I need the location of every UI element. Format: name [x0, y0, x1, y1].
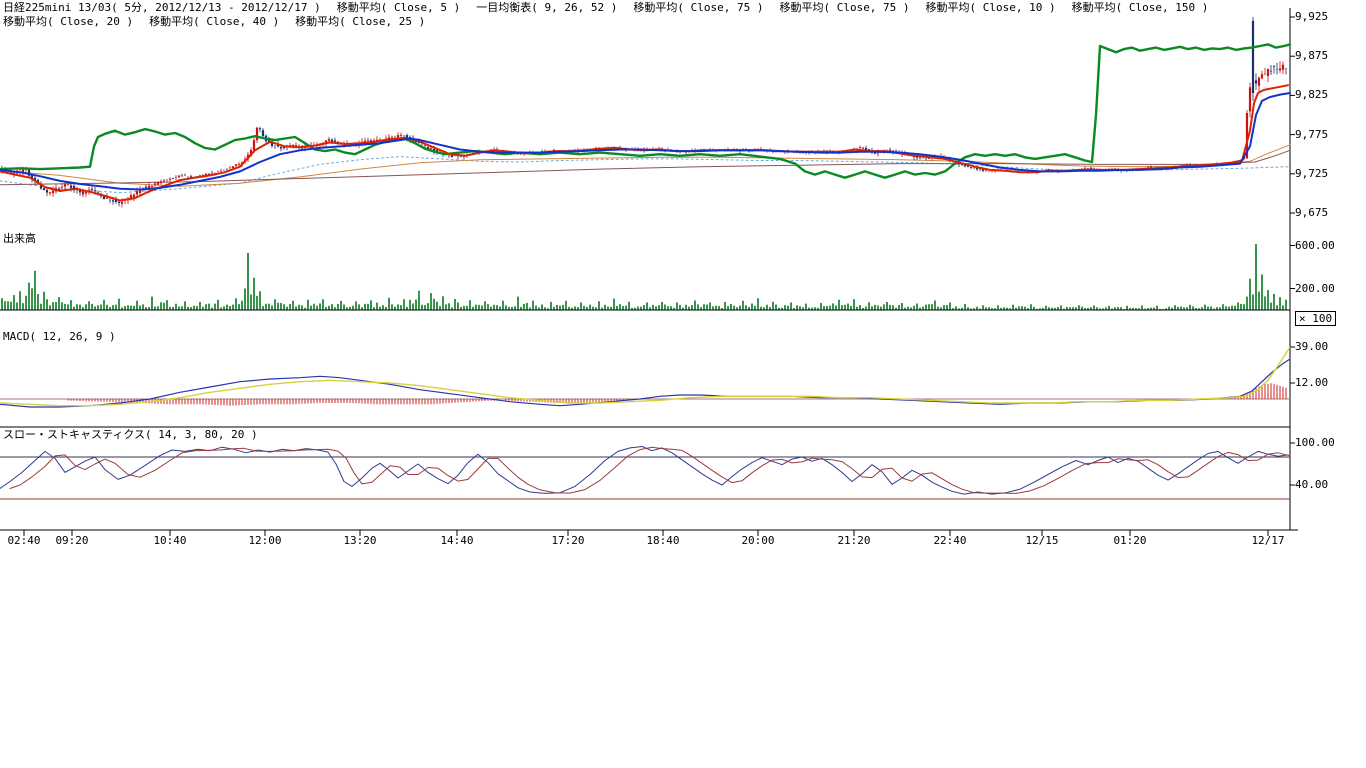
legend-ma5: 移動平均( Close, 5 )	[337, 1, 460, 14]
y-axis-label: 600.00	[1295, 239, 1335, 252]
time-axis-label: 01:20	[1106, 534, 1154, 547]
time-axis-label: 22:40	[926, 534, 974, 547]
time-axis-label: 10:40	[146, 534, 194, 547]
stochastics-panel-title: スロー・ストキャスティクス( 14, 3, 80, 20 )	[3, 428, 258, 441]
legend-ma25: 移動平均( Close, 25 )	[295, 15, 425, 28]
y-axis-label: 200.00	[1295, 282, 1335, 295]
time-axis-label: 09:20	[48, 534, 96, 547]
y-axis-label: 39.00	[1295, 340, 1328, 353]
legend-ma75a: 移動平均( Close, 75 )	[633, 1, 763, 14]
macd-multiplier-badge: × 100	[1295, 311, 1336, 326]
indicator-legend-row-1: 日経225mini 13/03( 5分, 2012/12/13 - 2012/1…	[3, 1, 1224, 14]
stoch-line-D	[10, 447, 1290, 493]
y-axis-label: 9,875	[1295, 49, 1328, 62]
time-axis-label: 02:40	[0, 534, 48, 547]
time-axis-label: 21:20	[830, 534, 878, 547]
legend-ma75b: 移動平均( Close, 75 )	[779, 1, 909, 14]
time-axis-label: 12:00	[241, 534, 289, 547]
trading-chart-page: 日経225mini 13/03( 5分, 2012/12/13 - 2012/1…	[0, 0, 1366, 768]
y-axis-label: 100.00	[1295, 436, 1335, 449]
time-axis-label: 12/17	[1244, 534, 1292, 547]
legend-ma150: 移動平均( Close, 150 )	[1072, 1, 1209, 14]
candle-bodies-up	[14, 65, 1283, 204]
y-axis-label: 12.00	[1295, 376, 1328, 389]
y-axis-label: 9,675	[1295, 206, 1328, 219]
time-axis-label: 12/15	[1018, 534, 1066, 547]
volume-panel-title: 出来高	[3, 232, 36, 245]
legend-ma10: 移動平均( Close, 10 )	[926, 1, 1056, 14]
indicator-legend-row-2: 移動平均( Close, 20 ) 移動平均( Close, 40 ) 移動平均( …	[3, 15, 441, 28]
time-axis-label: 17:20	[544, 534, 592, 547]
symbol-title: 日経225mini 13/03( 5分, 2012/12/13 - 2012/1…	[3, 1, 321, 14]
y-axis-label: 9,725	[1295, 167, 1328, 180]
time-axis-label: 13:20	[336, 534, 384, 547]
macd-panel-title: MACD( 12, 26, 9 )	[3, 330, 116, 343]
time-axis-label: 14:40	[433, 534, 481, 547]
stoch-line-K	[0, 447, 1288, 495]
legend-ma20: 移動平均( Close, 20 )	[3, 15, 133, 28]
candle-bodies-down	[2, 21, 1286, 203]
overlay-一目均衡表-先行スパン	[0, 157, 1290, 193]
legend-ma40: 移動平均( Close, 40 )	[149, 15, 279, 28]
y-axis-label: 9,775	[1295, 128, 1328, 141]
volume-bars	[2, 244, 1286, 310]
chart-canvas[interactable]	[0, 0, 1366, 560]
y-axis-label: 9,825	[1295, 88, 1328, 101]
legend-ichimoku: 一目均衡表( 9, 26, 52 )	[476, 1, 617, 14]
time-axis-label: 20:00	[734, 534, 782, 547]
macd-line-シグナル	[0, 347, 1290, 406]
y-axis-label: 40.00	[1295, 478, 1328, 491]
time-axis-label: 18:40	[639, 534, 687, 547]
y-axis-label: 9,925	[1295, 10, 1328, 23]
